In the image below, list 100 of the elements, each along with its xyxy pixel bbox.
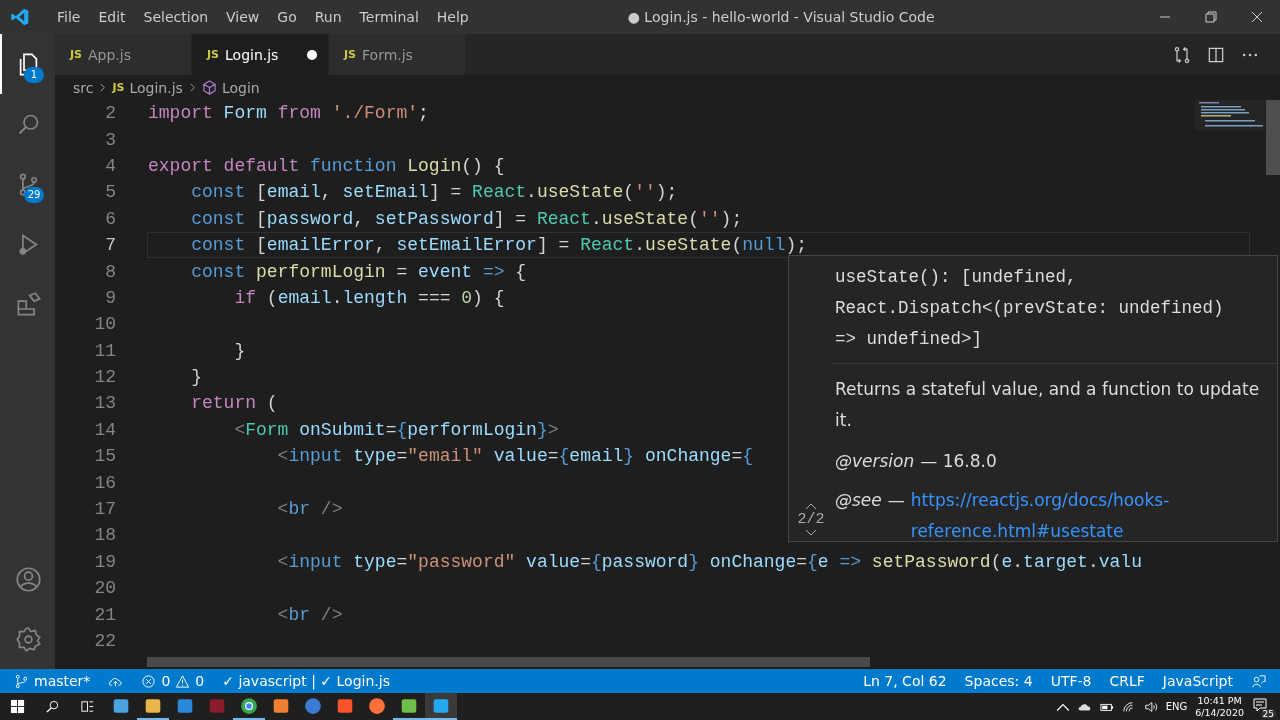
breadcrumb-item[interactable]: src bbox=[73, 79, 94, 96]
notification-badge: 29 bbox=[24, 187, 44, 203]
editor-tab[interactable]: JS Form.js bbox=[329, 34, 466, 75]
menu-item[interactable]: View bbox=[217, 9, 269, 25]
scrollbar-thumb[interactable] bbox=[147, 657, 870, 667]
tag-name: @version bbox=[835, 451, 915, 471]
tag-value: — 16.8.0 bbox=[920, 451, 997, 471]
branch-icon bbox=[14, 673, 29, 689]
app-icon bbox=[240, 696, 258, 715]
line-number: 17 bbox=[93, 499, 117, 520]
line-number: 22 bbox=[93, 631, 117, 651]
chevron-down-icon[interactable] bbox=[805, 529, 817, 537]
code-line: import Form from './Form'; bbox=[148, 103, 429, 124]
scrollbar-thumb[interactable] bbox=[1266, 100, 1280, 175]
menu-item[interactable]: Edit bbox=[89, 9, 135, 25]
compare-changes-icon[interactable] bbox=[1172, 44, 1192, 65]
notification-count: 25 bbox=[1260, 708, 1276, 719]
code-line: <br /> bbox=[276, 604, 343, 625]
status-item[interactable]: Spaces: 4 bbox=[964, 673, 1033, 689]
activity-item[interactable]: 29 bbox=[0, 154, 55, 214]
status-item[interactable]: JavaScript bbox=[1162, 673, 1233, 689]
chevron-right-icon bbox=[98, 83, 108, 92]
problems-status[interactable]: 0 0 bbox=[141, 673, 205, 689]
app-icon bbox=[432, 696, 450, 715]
app-icon bbox=[336, 696, 354, 715]
line-number: 20 bbox=[93, 578, 117, 599]
extensions-icon bbox=[15, 290, 42, 318]
chevron-up-icon[interactable] bbox=[805, 502, 817, 510]
code-line: <input type="email" value={email} onChange={ bbox=[276, 446, 753, 467]
clock-date: 6/14/2020 bbox=[1195, 706, 1244, 719]
tab-label: Form.js bbox=[362, 46, 414, 63]
speaker-icon[interactable] bbox=[1143, 700, 1158, 713]
js-file-icon: JS bbox=[344, 48, 356, 61]
menu-item[interactable]: File bbox=[48, 9, 90, 25]
app-icon bbox=[400, 696, 418, 715]
line-number: 5 bbox=[104, 182, 117, 203]
app-icon bbox=[368, 696, 386, 715]
app-icon bbox=[112, 696, 130, 715]
signature-line: React.Dispatch<(prevState: undefined) bbox=[835, 297, 1225, 320]
app-icon bbox=[208, 696, 226, 715]
code-line: <Form onSubmit={performLogin}> bbox=[233, 419, 559, 440]
app-icon bbox=[176, 696, 194, 715]
line-number: 12 bbox=[93, 367, 117, 388]
window-title: ● Login.js - hello-world - Visual Studio Code bbox=[627, 9, 935, 25]
line-number: 13 bbox=[93, 393, 117, 414]
menu-item[interactable]: Help bbox=[427, 9, 478, 25]
cube-icon bbox=[201, 80, 217, 95]
code-line: const performLogin = event => { bbox=[190, 261, 527, 282]
code-line: if (email.length === 0) { bbox=[233, 287, 505, 308]
menu-item[interactable]: Selection bbox=[134, 9, 218, 25]
code-line: return ( bbox=[190, 393, 278, 414]
line-number: 18 bbox=[93, 525, 117, 546]
status-item[interactable]: CRLF bbox=[1109, 673, 1145, 689]
editor-tab[interactable]: JS App.js bbox=[55, 34, 192, 75]
breadcrumb-item[interactable]: Login bbox=[221, 79, 260, 96]
branch-status[interactable]: master* bbox=[14, 673, 91, 689]
taskbar-app[interactable] bbox=[425, 693, 457, 720]
em-dash: — bbox=[887, 489, 905, 512]
line-number: 16 bbox=[93, 472, 117, 493]
line-number: 2 bbox=[104, 103, 117, 124]
status-item[interactable]: UTF-8 bbox=[1050, 673, 1092, 689]
code-line: <input type="password" value={password} onChange={e => setPassword(e.target.valu bbox=[276, 551, 1142, 572]
status-item[interactable]: Ln 7, Col 62 bbox=[863, 673, 947, 689]
menu-item[interactable]: Run bbox=[305, 9, 351, 25]
menu-item[interactable]: Terminal bbox=[350, 9, 428, 25]
notification-badge: 1 bbox=[24, 67, 44, 83]
linter-status[interactable]: ✓ javascript | ✓ Login.js bbox=[222, 673, 390, 689]
signature-line: => undefined>] bbox=[835, 328, 984, 351]
vscode-logo-icon bbox=[10, 7, 30, 27]
line-number: 8 bbox=[104, 261, 117, 282]
line-number: 4 bbox=[104, 155, 117, 176]
input-language[interactable]: ENG bbox=[1165, 701, 1188, 712]
warning-icon bbox=[175, 673, 191, 689]
app-icon bbox=[144, 696, 162, 715]
breadcrumb-item[interactable]: Login.js bbox=[129, 79, 183, 96]
documentation-link[interactable]: https://reactjs.org/docs/hooks-reference.html#usestate bbox=[910, 485, 1271, 547]
line-number: 9 bbox=[104, 287, 117, 308]
description-text: Returns a stateful value, and a function to update it. bbox=[835, 378, 1261, 432]
clock-time: 10:41 PM bbox=[1197, 694, 1242, 707]
tab-label: Login.js bbox=[225, 46, 280, 63]
tab-label: App.js bbox=[88, 46, 132, 63]
line-number: 7 bbox=[104, 235, 117, 256]
menu-item[interactable]: Go bbox=[268, 9, 306, 25]
app-icon bbox=[272, 696, 290, 715]
code-line: } bbox=[233, 340, 246, 361]
app-icon bbox=[304, 696, 322, 715]
account-icon[interactable] bbox=[15, 565, 42, 593]
editor-tab[interactable]: JS Login.js bbox=[192, 34, 329, 75]
wifi-icon[interactable] bbox=[1121, 700, 1136, 713]
code-line: <br /> bbox=[276, 499, 343, 520]
chevron-right-icon bbox=[187, 83, 197, 92]
code-line: } bbox=[190, 367, 202, 388]
code-line: const [email, setEmail] = React.useState(''); bbox=[190, 182, 678, 203]
settings-icon[interactable] bbox=[15, 625, 42, 653]
line-number: 19 bbox=[93, 551, 117, 572]
line-number: 21 bbox=[93, 604, 117, 625]
code-line: const [emailError, setEmailError] = React.useState(null); bbox=[190, 235, 807, 256]
js-file-icon: JS bbox=[207, 48, 219, 61]
js-file-icon: JS bbox=[70, 48, 82, 61]
feedback-icon[interactable] bbox=[1251, 673, 1266, 689]
